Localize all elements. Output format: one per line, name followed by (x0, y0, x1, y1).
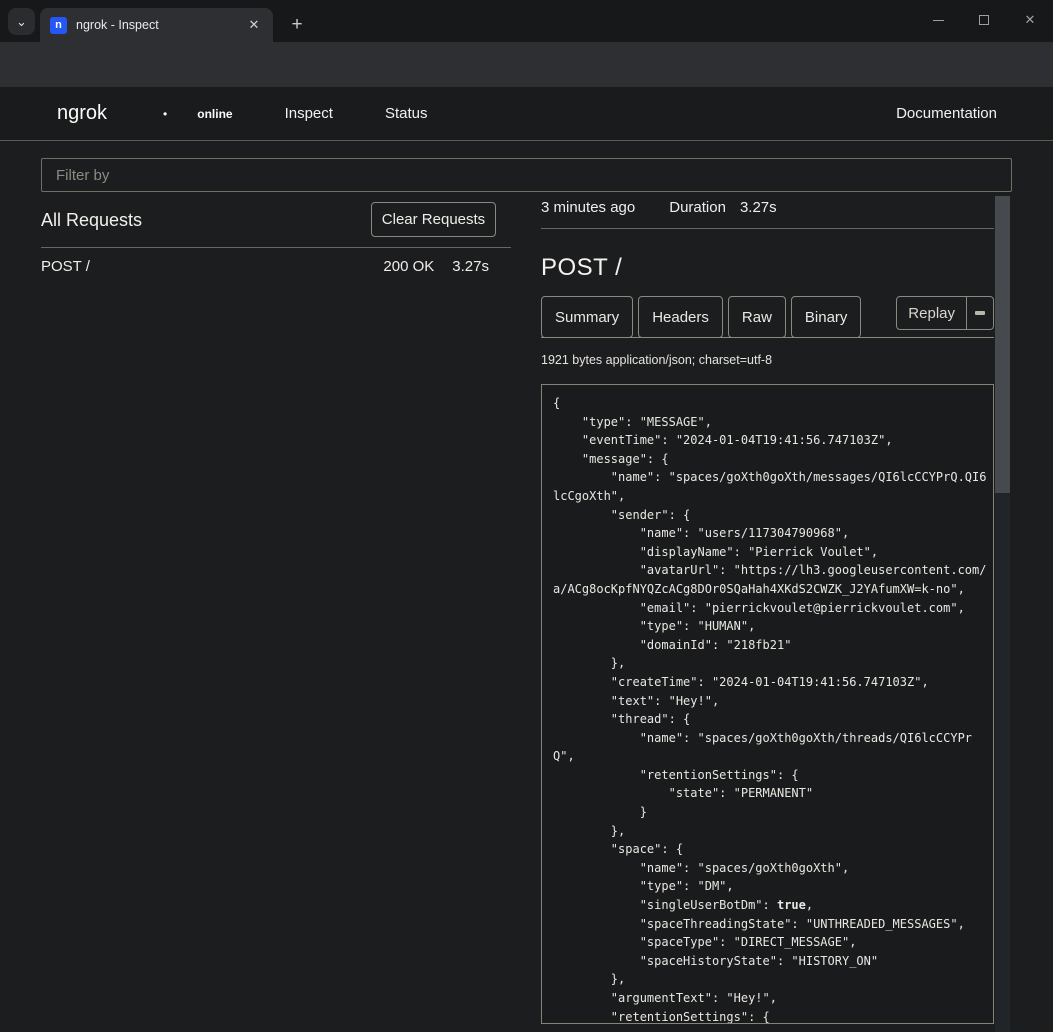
chevron-down-icon: ⌄ (16, 14, 27, 30)
duration-label: Duration (669, 199, 726, 216)
replay-menu-button[interactable] (967, 296, 994, 330)
request-detail-panel: 3 minutes ago Duration 3.27s POST / Summ… (541, 196, 994, 1024)
ngrok-page: ngrok • online Inspect Status Documentat… (0, 87, 1053, 1032)
status-dot-icon: • (163, 107, 167, 121)
replay-button[interactable]: Replay (896, 296, 967, 330)
maximize-icon (979, 15, 989, 25)
request-title: POST / (541, 254, 994, 282)
requests-panel: All Requests Clear Requests POST / 200 O… (41, 200, 511, 285)
clear-requests-button[interactable]: Clear Requests (371, 202, 496, 237)
tab-title: ngrok - Inspect (76, 18, 245, 32)
detail-scrollbar-track[interactable] (995, 196, 1010, 1032)
status-online-label: online (197, 107, 232, 121)
detail-divider (541, 228, 994, 229)
nav-status[interactable]: Status (385, 105, 428, 122)
nav-inspect[interactable]: Inspect (285, 105, 333, 122)
replay-group: Replay (896, 296, 994, 330)
ngrok-header: ngrok • online Inspect Status Documentat… (0, 87, 1053, 141)
maximize-button[interactable] (961, 0, 1007, 40)
browser-window: ⌄ n ngrok - Inspect ✕ + ✕ 127.0.0.1:4040… (0, 0, 1053, 1032)
tab-close-icon[interactable]: ✕ (245, 16, 263, 34)
all-requests-title: All Requests (41, 210, 142, 231)
filter-input[interactable] (41, 158, 1012, 192)
request-method-path: POST / (41, 258, 383, 275)
tab-binary[interactable]: Binary (791, 296, 862, 338)
duration-value: 3.27s (740, 199, 777, 216)
tab-search-button[interactable]: ⌄ (8, 8, 35, 35)
tab-summary[interactable]: Summary (541, 296, 633, 338)
close-window-button[interactable]: ✕ (1007, 0, 1053, 40)
replay-menu-bar-icon (975, 311, 985, 315)
minimize-button[interactable] (915, 0, 961, 40)
request-body-json: { "type": "MESSAGE", "eventTime": "2024-… (553, 394, 993, 1024)
detail-tabs: Summary Headers Raw Binary Replay (541, 296, 994, 338)
ngrok-logo[interactable]: ngrok (57, 102, 107, 125)
nav-documentation[interactable]: Documentation (896, 105, 997, 122)
new-tab-button[interactable]: + (283, 11, 311, 39)
tab-strip: ⌄ n ngrok - Inspect ✕ + ✕ (0, 0, 1053, 42)
body-content-meta: 1921 bytes application/json; charset=utf… (541, 353, 994, 367)
tab-raw[interactable]: Raw (728, 296, 786, 338)
request-row[interactable]: POST / 200 OK 3.27s (41, 248, 511, 285)
request-time-ago: 3 minutes ago (541, 199, 635, 216)
window-controls: ✕ (915, 0, 1053, 40)
browser-toolbar: 127.0.0.1:4040/inspect/http Relaunch to … (0, 42, 1053, 87)
ngrok-favicon-icon: n (50, 17, 67, 34)
minimize-icon (933, 20, 944, 21)
request-body-block: { "type": "MESSAGE", "eventTime": "2024-… (541, 384, 994, 1024)
request-duration: 3.27s (452, 258, 489, 275)
close-icon: ✕ (1025, 12, 1036, 28)
detail-scrollbar-thumb[interactable] (995, 196, 1010, 493)
tab-headers[interactable]: Headers (638, 296, 723, 338)
browser-tab[interactable]: n ngrok - Inspect ✕ (40, 8, 273, 42)
request-status: 200 OK (383, 258, 434, 275)
